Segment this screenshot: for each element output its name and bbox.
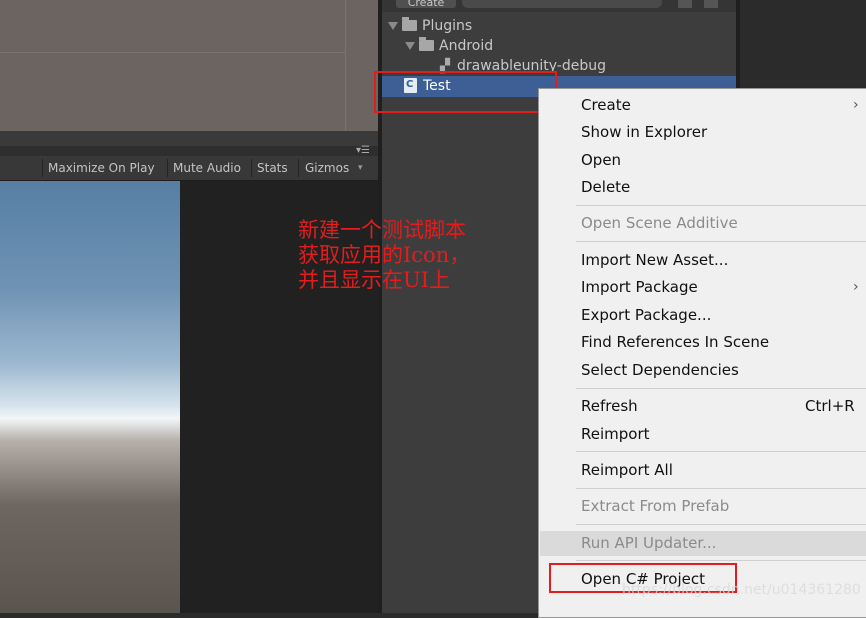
menu-item-run-api-updater[interactable]: Run API Updater... bbox=[581, 532, 716, 554]
game-view-render bbox=[0, 181, 180, 613]
gizmos-dropdown-icon[interactable]: ▾ bbox=[358, 160, 363, 176]
filter-type-icon[interactable] bbox=[678, 0, 692, 8]
scene-view[interactable] bbox=[0, 0, 378, 131]
folder-icon bbox=[419, 36, 434, 51]
folder-icon bbox=[402, 16, 417, 31]
menu-separator bbox=[576, 205, 866, 206]
toolbar-separator bbox=[42, 159, 43, 177]
plugin-icon: ▞ bbox=[440, 58, 450, 74]
scene-grid-line bbox=[0, 52, 345, 53]
menu-separator bbox=[576, 451, 866, 452]
create-dropdown-button[interactable]: Create bbox=[396, 0, 456, 8]
tree-item-android[interactable]: Android bbox=[405, 36, 493, 56]
project-search-input[interactable] bbox=[462, 0, 662, 8]
menu-shortcut-refresh: Ctrl+R bbox=[805, 397, 855, 415]
menu-item-create[interactable]: Create bbox=[581, 94, 631, 116]
annotation-line: 新建一个测试脚本 bbox=[298, 218, 466, 242]
expand-arrow-icon[interactable] bbox=[388, 22, 398, 30]
filter-label-icon[interactable] bbox=[704, 0, 718, 8]
menu-item-find-references[interactable]: Find References In Scene bbox=[581, 331, 769, 353]
menu-item-delete[interactable]: Delete bbox=[581, 176, 630, 198]
menu-separator bbox=[576, 524, 866, 525]
mute-audio-button[interactable]: Mute Audio bbox=[173, 160, 241, 176]
menu-item-open[interactable]: Open bbox=[581, 149, 621, 171]
game-tab-strip bbox=[0, 146, 378, 156]
toolbar-separator bbox=[167, 159, 168, 177]
menu-item-reimport[interactable]: Reimport bbox=[581, 423, 650, 445]
watermark-text: https://blog.csdn.net/u014361280 bbox=[622, 582, 861, 598]
create-label: Create bbox=[407, 0, 445, 8]
menu-item-select-dependencies[interactable]: Select Dependencies bbox=[581, 359, 739, 381]
menu-item-show-in-explorer[interactable]: Show in Explorer bbox=[581, 121, 707, 143]
menu-item-reimport-all[interactable]: Reimport All bbox=[581, 459, 673, 481]
annotation-line: 并且显示在UI上 bbox=[298, 268, 450, 292]
tree-item-label: Plugins bbox=[422, 18, 473, 34]
stats-button[interactable]: Stats bbox=[257, 160, 288, 176]
highlight-box-test bbox=[374, 71, 557, 113]
expand-arrow-icon[interactable] bbox=[405, 42, 415, 50]
scene-bottom-bar bbox=[0, 131, 378, 146]
panel-menu-icon[interactable]: ▾☰ bbox=[356, 146, 374, 156]
submenu-arrow-icon: › bbox=[853, 279, 859, 295]
menu-item-open-scene-additive[interactable]: Open Scene Additive bbox=[581, 212, 738, 234]
scene-grid-line bbox=[345, 0, 346, 131]
menu-separator bbox=[576, 488, 866, 489]
menu-item-import-new-asset[interactable]: Import New Asset... bbox=[581, 249, 728, 271]
menu-item-export-package[interactable]: Export Package... bbox=[581, 304, 711, 326]
tree-item-plugins[interactable]: Plugins bbox=[388, 16, 472, 36]
menu-separator bbox=[576, 241, 866, 242]
annotation-text: 新建一个测试脚本 获取应用的Icon， 并且显示在UI上 bbox=[298, 218, 508, 293]
game-toolbar: Maximize On Play Mute Audio Stats Gizmos… bbox=[0, 156, 378, 181]
maximize-on-play-button[interactable]: Maximize On Play bbox=[48, 160, 155, 176]
annotation-line: 获取应用的Icon， bbox=[298, 243, 471, 267]
menu-item-extract-from-prefab[interactable]: Extract From Prefab bbox=[581, 495, 729, 517]
toolbar-separator bbox=[251, 159, 252, 177]
menu-separator bbox=[576, 388, 866, 389]
submenu-arrow-icon: › bbox=[853, 97, 859, 113]
toolbar-separator bbox=[298, 159, 299, 177]
menu-separator bbox=[576, 560, 866, 561]
menu-item-refresh[interactable]: Refresh bbox=[581, 395, 638, 417]
menu-item-import-package[interactable]: Import Package bbox=[581, 276, 698, 298]
gizmos-button[interactable]: Gizmos bbox=[305, 160, 349, 176]
tree-item-label: Android bbox=[439, 38, 494, 54]
